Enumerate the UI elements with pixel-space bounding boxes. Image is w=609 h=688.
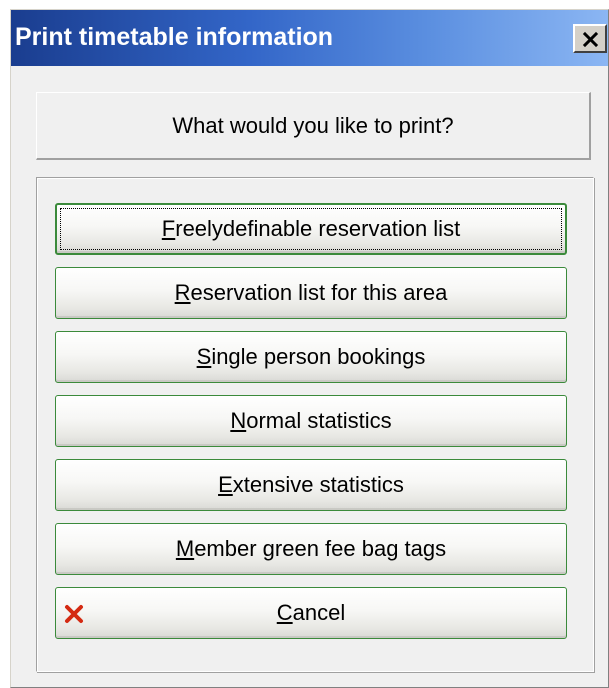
cancel-button[interactable]: Cancel	[55, 587, 567, 639]
button-label: Normal statistics	[230, 408, 392, 433]
question-text: What would you like to print?	[172, 112, 454, 138]
close-button[interactable]	[573, 24, 607, 53]
single-person-bookings-button[interactable]: Single person bookings	[55, 331, 567, 383]
normal-statistics-button[interactable]: Normal statistics	[55, 395, 567, 447]
freely-definable-reservation-list-button[interactable]: Freelydefinable reservation list	[55, 203, 567, 255]
button-label: Member green fee bag tags	[175, 536, 447, 561]
question-panel: What would you like to print?	[36, 92, 591, 160]
dialog-window: Print timetable information What would y…	[10, 9, 609, 688]
button-label: Freelydefinable reservation list	[161, 216, 461, 241]
extensive-statistics-button[interactable]: Extensive statistics	[55, 459, 567, 511]
reservation-list-area-button[interactable]: Reservation list for this area	[55, 267, 567, 319]
cancel-x-icon	[65, 605, 83, 623]
button-label: Extensive statistics	[218, 472, 404, 497]
dialog-body: What would you like to print? Freelydefi…	[11, 66, 608, 687]
close-icon	[582, 31, 599, 48]
button-label: Single person bookings	[196, 344, 426, 369]
window-title: Print timetable information	[15, 23, 334, 51]
title-bar[interactable]: Print timetable information	[11, 10, 608, 66]
button-label: Reservation list for this area	[174, 280, 448, 305]
member-green-fee-bag-tags-button[interactable]: Member green fee bag tags	[55, 523, 567, 575]
button-label: Cancel	[276, 600, 346, 625]
